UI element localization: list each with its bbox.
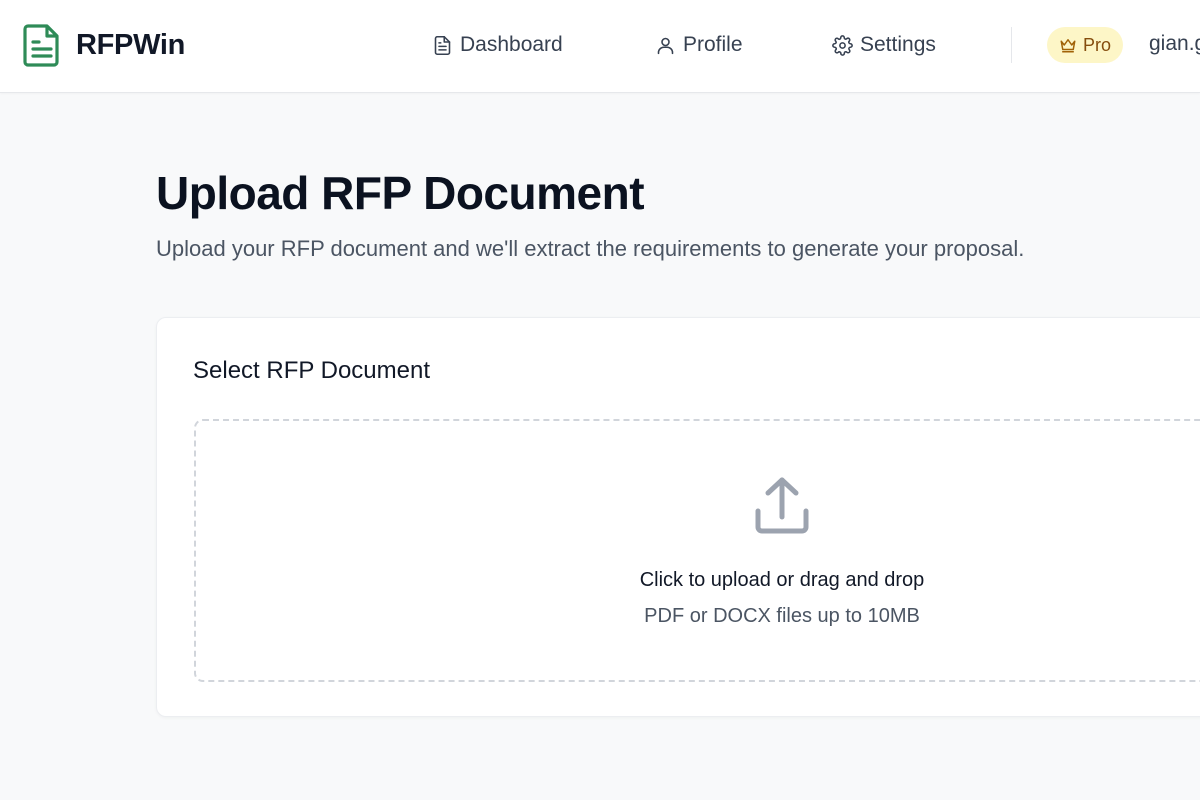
file-text-icon: [434, 35, 451, 55]
dropzone-primary-text: Click to upload or drag and drop: [639, 569, 925, 591]
page-subtitle: Upload your RFP document and we'll extra…: [156, 236, 1025, 261]
dropzone-secondary-text: PDF or DOCX files up to 10MB: [644, 605, 920, 627]
brand-logo[interactable]: RFPWin: [22, 22, 185, 68]
file-dropzone[interactable]: Click to upload or drag and drop PDF or …: [194, 419, 1200, 682]
nav-dashboard[interactable]: Dashboard: [432, 30, 563, 60]
nav-dashboard-label: Dashboard: [460, 33, 563, 56]
nav-settings[interactable]: Settings: [832, 30, 936, 60]
user-menu[interactable]: gian.g: [1149, 32, 1200, 58]
nav-profile-label: Profile: [683, 33, 743, 56]
crown-icon: [1060, 39, 1076, 53]
plan-label: Pro: [1083, 34, 1112, 55]
document-icon: [23, 24, 59, 67]
app-name: RFPWin: [76, 28, 186, 61]
gear-icon: [832, 34, 853, 56]
page-title: Upload RFP Document: [156, 167, 645, 219]
upload-card-title: Select RFP Document: [193, 357, 430, 384]
nav-divider: [1011, 27, 1012, 63]
upload-card: Select RFP Document Click to upload or d…: [156, 317, 1200, 717]
user-icon: [657, 37, 674, 54]
nav-settings-label: Settings: [860, 33, 936, 56]
nav-profile[interactable]: Profile: [655, 30, 743, 60]
top-navbar: RFPWin Dashboard Profile Settings Pro gi…: [0, 0, 1200, 93]
plan-badge: Pro: [1047, 27, 1124, 63]
upload-icon: [755, 477, 809, 534]
